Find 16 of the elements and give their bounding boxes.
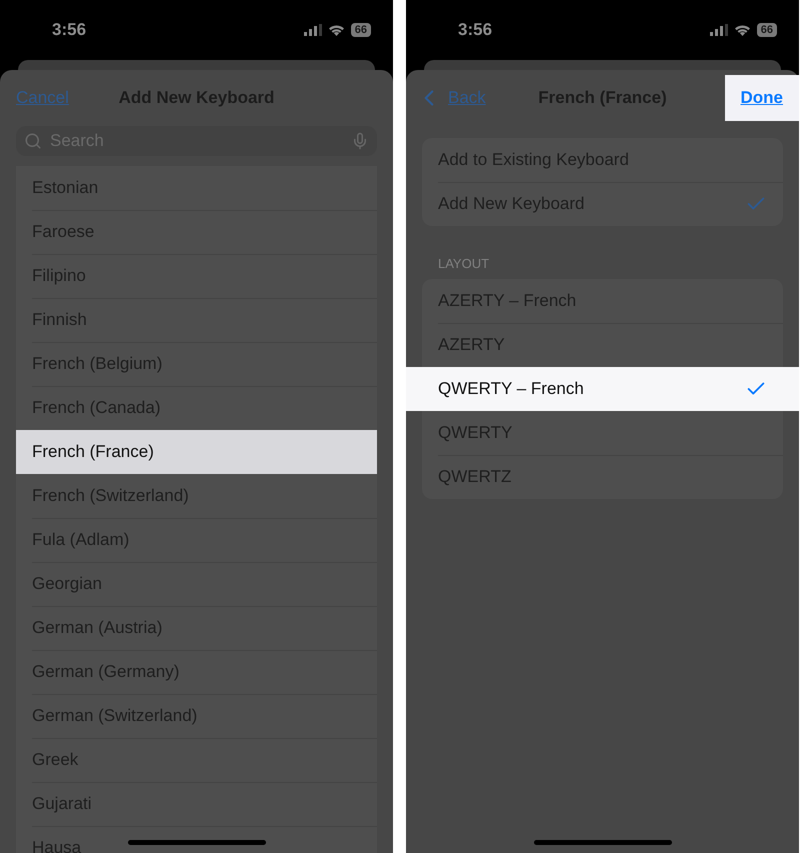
status-time: 3:56: [458, 20, 492, 40]
section-header: LAYOUT: [438, 256, 490, 271]
layout-row[interactable]: QWERTY – French: [406, 367, 799, 411]
wifi-icon: [328, 24, 345, 36]
battery-level: 66: [756, 23, 777, 37]
wifi-icon: [734, 24, 751, 36]
back-button[interactable]: Back: [416, 85, 486, 111]
language-row[interactable]: French (France): [16, 430, 377, 474]
battery-level: 66: [350, 23, 371, 37]
cancel-button[interactable]: Cancel: [16, 88, 69, 108]
search-icon: [24, 132, 42, 150]
status-time: 3:56: [52, 20, 86, 40]
signal-icon: [304, 24, 322, 36]
microphone-icon[interactable]: [351, 132, 369, 150]
signal-icon: [710, 24, 728, 36]
done-button[interactable]: Done: [724, 75, 799, 121]
